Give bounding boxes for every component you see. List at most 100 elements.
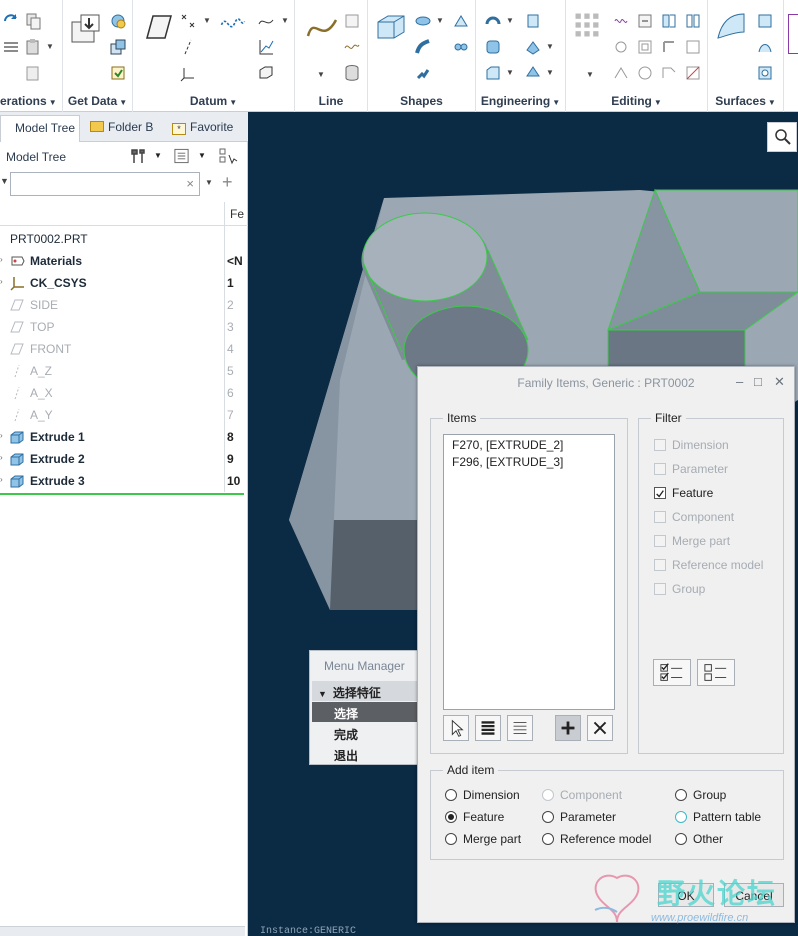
checkbox-icon[interactable] <box>654 535 666 547</box>
round-icon[interactable] <box>484 38 502 56</box>
paste-special-icon[interactable] <box>24 64 42 82</box>
merge-icon[interactable] <box>109 38 127 56</box>
tree-row[interactable]: › Extrude 2 9 <box>0 448 248 470</box>
pick-button[interactable] <box>443 715 469 741</box>
menu-item-quit[interactable]: 退出 <box>312 744 418 764</box>
ribbon-group-label[interactable]: Engineering ▼ <box>476 94 565 108</box>
tree-row[interactable]: › Extrude 3 10 <box>0 470 248 492</box>
select-all-button[interactable] <box>475 715 501 741</box>
radio-icon[interactable] <box>542 811 554 823</box>
tree-row[interactable]: A_Z 5 <box>0 360 248 382</box>
check-all-filters-button[interactable] <box>653 659 691 686</box>
items-list[interactable]: F270, [EXTRUDE_2] F296, [EXTRUDE_3] <box>443 434 615 710</box>
view-search-button[interactable] <box>767 122 797 152</box>
radio-icon[interactable] <box>675 833 687 845</box>
checkbox-icon[interactable] <box>654 439 666 451</box>
graph-icon[interactable] <box>257 38 275 56</box>
split-surface-icon[interactable] <box>684 64 702 82</box>
coordinate-system-box-icon[interactable] <box>257 64 275 82</box>
boundary-blend-icon[interactable] <box>714 10 748 44</box>
offset-curve-icon[interactable] <box>343 12 361 30</box>
thicken-icon[interactable] <box>660 38 678 56</box>
ribbon-group-label[interactable]: Get Data ▼ <box>63 94 132 108</box>
extrude-tool-icon[interactable] <box>374 10 408 44</box>
add-item-button[interactable] <box>555 715 581 741</box>
tree-row[interactable]: SIDE 2 <box>0 294 248 316</box>
expand-icon[interactable]: › <box>0 255 3 264</box>
radio-selected-icon[interactable] <box>445 811 457 823</box>
model-intent-icon[interactable] <box>788 14 798 54</box>
blend-icon[interactable] <box>452 12 470 30</box>
tree-horizontal-scrollbar[interactable] <box>0 926 245 936</box>
radio-icon[interactable] <box>675 789 687 801</box>
insert-indicator[interactable] <box>0 493 244 495</box>
point-icon[interactable] <box>179 12 197 30</box>
chamfer-icon[interactable] <box>484 64 502 82</box>
style-icon[interactable] <box>756 38 774 56</box>
expand-icon[interactable]: › <box>0 431 3 440</box>
tree-row[interactable]: › CK_CSYS 1 <box>0 272 248 294</box>
show-icon[interactable] <box>173 147 190 165</box>
remove-icon[interactable] <box>660 64 678 82</box>
radio-icon[interactable] <box>445 789 457 801</box>
settings-icon[interactable] <box>129 147 147 165</box>
settings-dropdown-icon[interactable]: ▼ <box>154 151 162 160</box>
helical-sweep-icon[interactable] <box>452 38 470 56</box>
regenerate-icon[interactable] <box>2 12 20 30</box>
user-defined-feature-icon[interactable] <box>69 12 103 46</box>
merge-surface-icon[interactable] <box>612 64 630 82</box>
search-dropdown-icon[interactable]: ▼ <box>205 178 213 187</box>
database-icon[interactable] <box>343 64 361 82</box>
spline-icon[interactable] <box>305 10 339 44</box>
radio-icon[interactable] <box>675 811 687 823</box>
tree-row[interactable]: A_X 6 <box>0 382 248 404</box>
show-dropdown-icon[interactable]: ▼ <box>198 151 206 160</box>
offset-icon[interactable] <box>636 38 654 56</box>
tree-row[interactable]: › Materials <N <box>0 250 248 272</box>
checkbox-icon[interactable] <box>654 511 666 523</box>
ribbon-group-label[interactable]: Datum ▼ <box>133 94 294 108</box>
copy-icon[interactable] <box>24 12 42 30</box>
tree-filters-icon[interactable] <box>218 147 238 165</box>
curve-icon[interactable] <box>257 12 275 30</box>
deselect-all-button[interactable] <box>507 715 533 741</box>
tree-row[interactable]: › Extrude 1 8 <box>0 426 248 448</box>
rib-icon[interactable] <box>524 12 542 30</box>
remove-item-button[interactable] <box>587 715 613 741</box>
menu-header[interactable]: ▼ 选择特征 <box>312 681 418 701</box>
hole-icon[interactable] <box>484 12 502 30</box>
radio-icon[interactable] <box>445 833 457 845</box>
minimize-icon[interactable]: – <box>736 374 743 389</box>
paste-icon[interactable] <box>24 38 42 56</box>
shell-icon[interactable] <box>524 64 542 82</box>
menu-item-done[interactable]: 完成 <box>312 723 418 743</box>
checkbox-icon[interactable] <box>654 559 666 571</box>
uncheck-all-filters-button[interactable] <box>697 659 735 686</box>
axis-icon[interactable] <box>179 38 197 56</box>
checkbox-icon[interactable] <box>654 463 666 475</box>
mirror-icon[interactable] <box>612 12 630 30</box>
project-icon[interactable] <box>660 12 678 30</box>
tree-row[interactable]: A_Y 7 <box>0 404 248 426</box>
tree-row[interactable]: TOP 3 <box>0 316 248 338</box>
maximize-icon[interactable]: □ <box>754 374 762 389</box>
csys-icon[interactable] <box>179 64 197 82</box>
solidify-icon[interactable] <box>636 64 654 82</box>
plane-icon[interactable] <box>139 10 173 44</box>
add-column-icon[interactable]: + <box>222 172 233 193</box>
ribbon-group-label[interactable]: erations ▼ <box>0 94 62 108</box>
feature-number-column-header[interactable]: Fe <box>230 207 244 221</box>
shrinkwrap-icon[interactable] <box>109 12 127 30</box>
swept-blend-icon[interactable] <box>414 64 432 82</box>
tree-row[interactable]: FRONT 4 <box>0 338 248 360</box>
search-filter-icon[interactable]: ▼ <box>0 176 9 186</box>
tree-row[interactable]: PRT0002.PRT <box>0 228 248 250</box>
list-item[interactable]: F296, [EXTRUDE_3] <box>452 455 563 469</box>
copy-geometry-icon[interactable] <box>109 64 127 82</box>
freestyle-icon[interactable] <box>756 64 774 82</box>
radio-icon[interactable] <box>542 833 554 845</box>
checkbox-icon[interactable] <box>654 583 666 595</box>
ribbon-group-label[interactable]: Surfaces ▼ <box>708 94 783 108</box>
search-input[interactable]: × <box>10 172 200 196</box>
list-item[interactable]: F270, [EXTRUDE_2] <box>452 438 563 452</box>
